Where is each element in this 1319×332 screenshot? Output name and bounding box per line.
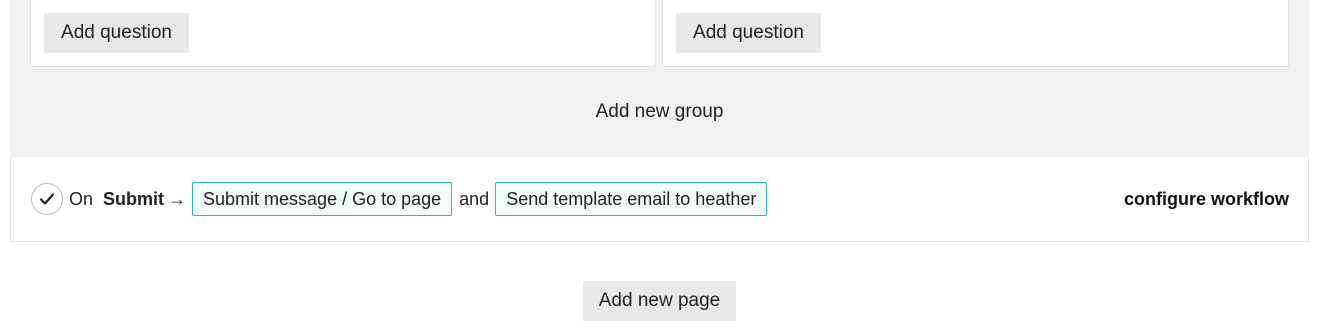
- question-group: Add question: [30, 0, 656, 67]
- add-new-page-button[interactable]: Add new page: [583, 281, 736, 321]
- checkmark-icon: [39, 193, 55, 205]
- add-new-group-button[interactable]: Add new group: [10, 92, 1309, 132]
- workflow-on-label: On: [69, 188, 94, 209]
- workflow-rule: On Submit → Submit message / Go to page …: [69, 180, 768, 218]
- workflow-trigger: Submit: [103, 188, 165, 209]
- question-group: Add question: [662, 0, 1289, 67]
- add-question-button[interactable]: Add question: [676, 13, 821, 53]
- workflow-action-submit-message[interactable]: Submit message / Go to page: [192, 182, 453, 216]
- workflow-and-label: and: [459, 188, 490, 209]
- workflow-toggle[interactable]: [31, 183, 63, 215]
- add-question-button[interactable]: Add question: [44, 13, 189, 53]
- workflow-bar: On Submit → Submit message / Go to page …: [10, 157, 1309, 242]
- configure-workflow-link[interactable]: configure workflow: [1124, 180, 1289, 218]
- arrow-right-icon: →: [168, 188, 187, 209]
- workflow-action-send-email[interactable]: Send template email to heather: [495, 182, 768, 216]
- groups-area: Add question Add question Add new group: [10, 0, 1309, 157]
